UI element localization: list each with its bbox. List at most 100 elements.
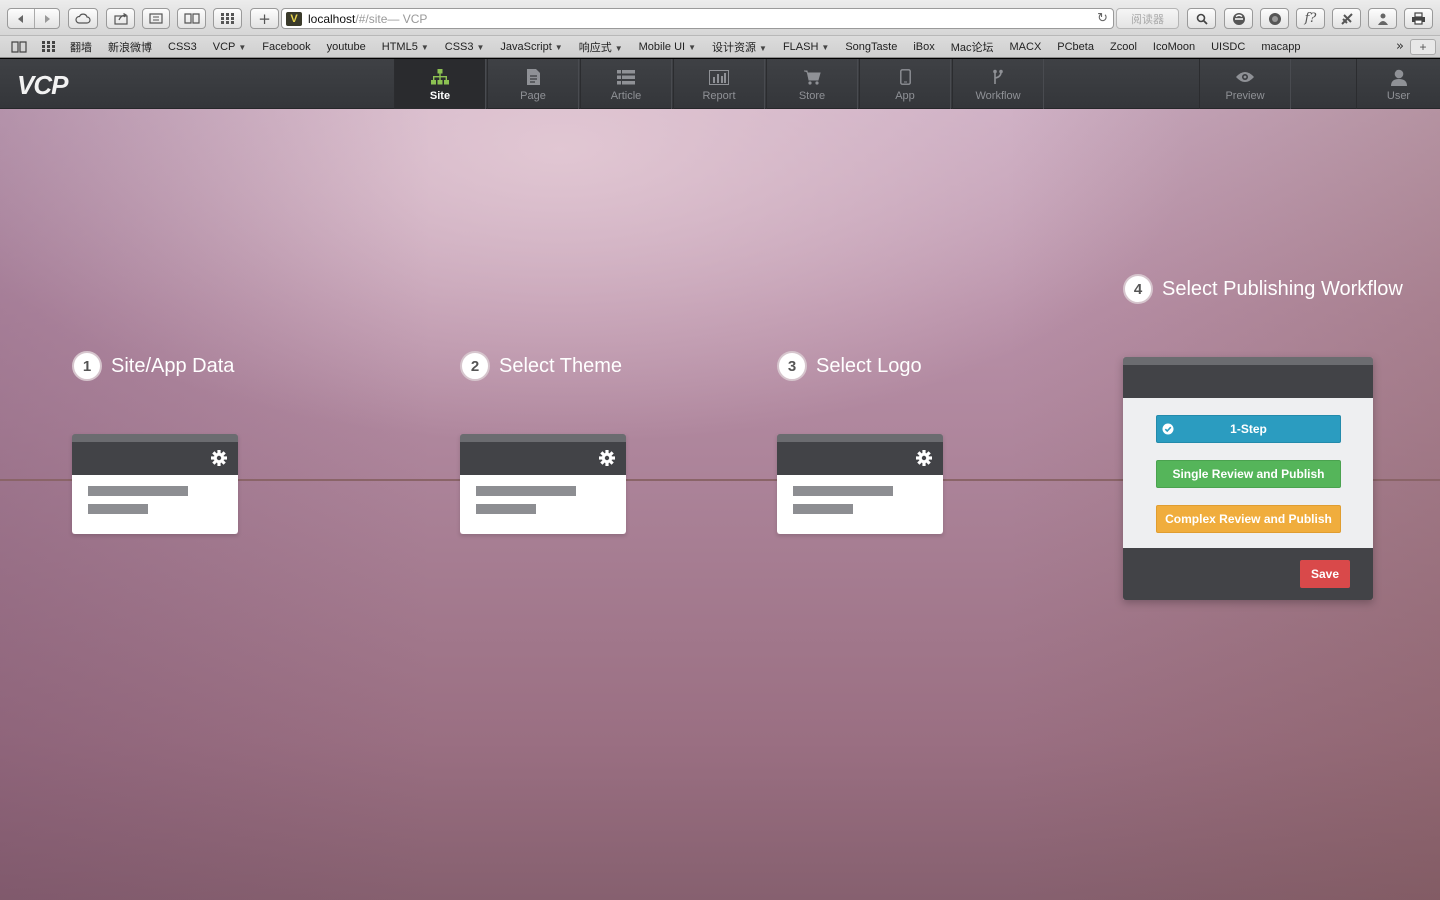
nav-site[interactable]: Site: [394, 59, 486, 109]
bookmark-item[interactable]: Facebook: [262, 41, 310, 53]
share-icon: [113, 12, 128, 25]
nav-app[interactable]: App: [859, 59, 951, 109]
workflow-option-label: 1-Step: [1230, 422, 1267, 436]
extension-button-3[interactable]: f?: [1296, 8, 1325, 29]
bookmark-folder[interactable]: Mobile UI ▼: [639, 41, 696, 53]
step-number-badge: 3: [777, 351, 807, 381]
step-title: Select Theme: [499, 354, 623, 377]
step-4-heading: 4 Select Publishing Workflow: [1123, 274, 1403, 304]
branch-icon: [992, 67, 1004, 87]
step-title: Select Logo: [816, 354, 922, 377]
forward-button[interactable]: [33, 9, 60, 28]
bookmark-label: FLASH: [782, 40, 819, 53]
user-icon: [1390, 67, 1407, 87]
card-top-strip: [460, 434, 626, 442]
extension-button-2[interactable]: [1260, 8, 1289, 29]
bookmark-label: Zcool: [1109, 40, 1137, 53]
nav-app-label: App: [895, 90, 915, 102]
bookmark-item[interactable]: 新浪微博: [108, 39, 152, 55]
save-button[interactable]: Save: [1300, 560, 1350, 588]
bookmark-folder[interactable]: 响应式 ▼: [579, 39, 623, 55]
card-top-strip: [777, 434, 943, 442]
bookmark-item[interactable]: Mac论坛: [951, 39, 994, 55]
extension-button-4[interactable]: [1332, 8, 1361, 29]
nav-preview[interactable]: Preview: [1199, 59, 1291, 109]
print-button[interactable]: [1404, 8, 1433, 29]
ie-tab-icon: [1232, 12, 1245, 25]
new-tab-button[interactable]: +: [250, 8, 279, 29]
bookmarks-button[interactable]: [177, 8, 206, 29]
bookmark-folder[interactable]: FLASH ▼: [783, 41, 829, 53]
bookmark-folder[interactable]: JavaScript ▼: [500, 41, 562, 53]
placeholder-line: [476, 504, 536, 514]
chevron-down-icon: ▼: [688, 42, 697, 52]
workflow-option-1-step[interactable]: 1-Step: [1156, 415, 1341, 443]
chevron-down-icon: ▼: [821, 42, 830, 52]
bookmark-item[interactable]: youtube: [327, 41, 366, 53]
bookmark-label: Mobile UI: [638, 40, 686, 53]
bookmarks-bar: 翻墙 新浪微博 CSS3 VCP ▼ Facebook youtube HTML5…: [0, 36, 1440, 58]
gear-icon[interactable]: [598, 449, 616, 467]
back-button[interactable]: [8, 9, 34, 28]
bookmark-folder[interactable]: CSS3 ▼: [445, 41, 485, 53]
reading-list-button[interactable]: [142, 8, 170, 29]
bookmark-item[interactable]: SongTaste: [845, 41, 897, 53]
reload-icon[interactable]: ↻: [1097, 11, 1108, 26]
top-sites-button[interactable]: [213, 8, 242, 29]
search-button[interactable]: [1187, 8, 1216, 29]
bookmarks-overflow-icon[interactable]: »: [1396, 39, 1404, 54]
address-bar[interactable]: V localhost /#/site — VCP ↻: [281, 8, 1114, 29]
placeholder-line: [88, 504, 148, 514]
extension-button-5[interactable]: [1368, 8, 1397, 29]
bookmark-item[interactable]: IcoMoon: [1153, 41, 1195, 53]
nav-user[interactable]: User: [1356, 59, 1440, 109]
back-arrow-icon: [17, 14, 23, 23]
bar-chart-icon: [709, 67, 729, 87]
bookmark-folder[interactable]: 设计资源 ▼: [712, 39, 767, 55]
bookmark-item[interactable]: 翻墙: [70, 39, 92, 55]
logo-card[interactable]: [777, 434, 943, 534]
site-data-card[interactable]: [72, 434, 238, 534]
reading-list-icon[interactable]: [10, 40, 28, 54]
shopping-cart-icon: [803, 67, 821, 87]
workflow-option-single-review[interactable]: Single Review and Publish: [1156, 460, 1341, 488]
chevron-down-icon: ▼: [554, 42, 563, 52]
app-logo[interactable]: VCP: [17, 70, 68, 101]
bookmark-item[interactable]: UISDC: [1211, 41, 1245, 53]
bookmark-item[interactable]: Zcool: [1110, 41, 1137, 53]
bookmark-folder[interactable]: VCP ▼: [213, 41, 247, 53]
step-title: Select Publishing Workflow: [1162, 277, 1403, 300]
nav-article[interactable]: Article: [580, 59, 672, 109]
bookmark-label: UISDC: [1211, 40, 1246, 53]
top-sites-grid-icon[interactable]: [40, 40, 58, 54]
bookmark-label: 响应式: [578, 41, 612, 54]
placeholder-line: [793, 504, 853, 514]
gear-icon[interactable]: [210, 449, 228, 467]
bookmark-item[interactable]: macapp: [1261, 41, 1300, 53]
chevron-down-icon: ▼: [476, 42, 485, 52]
extension-button-1[interactable]: [1224, 8, 1253, 29]
icloud-tabs-button[interactable]: [68, 8, 98, 29]
bookmark-label: IcoMoon: [1152, 40, 1196, 53]
bookmark-item[interactable]: CSS3: [168, 41, 197, 53]
nav-page[interactable]: Page: [487, 59, 579, 109]
bookmark-item[interactable]: iBox: [913, 41, 934, 53]
workflow-option-complex-review[interactable]: Complex Review and Publish: [1156, 505, 1341, 533]
gear-icon[interactable]: [915, 449, 933, 467]
url-host: localhost: [308, 11, 356, 26]
function-icon: f?: [1304, 11, 1317, 26]
share-button[interactable]: [106, 8, 135, 29]
bookmark-folder[interactable]: HTML5 ▼: [382, 41, 429, 53]
bookmark-label: CSS3: [444, 40, 474, 53]
add-bookmark-button[interactable]: +: [1410, 39, 1436, 55]
nav-workflow[interactable]: Workflow: [952, 59, 1044, 109]
theme-card[interactable]: [460, 434, 626, 534]
nav-report-label: Report: [702, 90, 736, 102]
bookmark-item[interactable]: PCbeta: [1057, 41, 1094, 53]
workflow-option-label: Single Review and Publish: [1172, 467, 1325, 481]
bookmark-label: SongTaste: [845, 40, 898, 53]
reader-button[interactable]: 阅读器: [1116, 8, 1179, 29]
nav-report[interactable]: Report: [673, 59, 765, 109]
nav-store[interactable]: Store: [766, 59, 858, 109]
bookmark-item[interactable]: MACX: [1010, 41, 1042, 53]
